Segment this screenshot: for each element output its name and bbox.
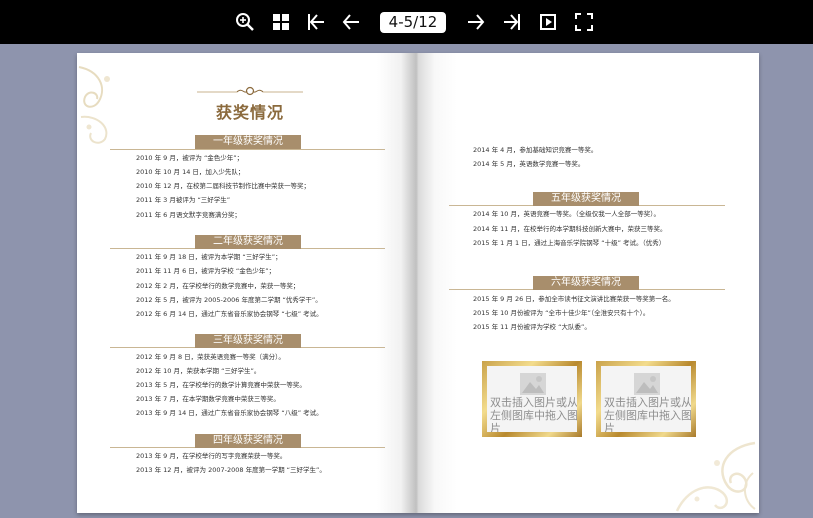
autoplay-icon[interactable]: [536, 10, 560, 34]
award-line: 2012 年 9 月 8 日，荣获英语竞赛一等奖（满分）。: [136, 353, 285, 361]
award-line: 2014 年 11 月，在校举行的本学期科技创新大赛中，荣获三等奖。: [473, 225, 667, 233]
thumbnails-icon[interactable]: [269, 10, 293, 34]
award-line: 2015 年 9 月 26 日，参加全市读书征文演讲比赛荣获一等奖第一名。: [473, 295, 675, 303]
award-line: 2010 年 10 月 14 日，加入少先队；: [136, 168, 245, 176]
award-line: 2013 年 9 月，在学校举行的写字竞赛荣获一等奖。: [136, 452, 287, 460]
section-heading: 六年级获奖情况: [533, 276, 639, 290]
award-line: 2013 年 9 月 14 日，通过广东省音乐家协会钢琴 “八级” 考试。: [136, 409, 323, 417]
image-icon: [634, 373, 660, 395]
award-line: 2010 年 9 月，被评为 “金色少年”；: [136, 154, 244, 162]
floral-ornament-icon: [675, 441, 756, 512]
section-heading: 一年级获奖情况: [195, 135, 301, 149]
title-ornament-icon: [197, 86, 303, 96]
prev-page-icon[interactable]: [339, 10, 363, 34]
viewer-toolbar: 4-5/12: [0, 0, 813, 44]
award-line: 2013 年 5 月，在学校举行的数学计算竞赛中荣获一等奖。: [136, 381, 306, 389]
award-line: 2012 年 6 月 14 日，通过广东省音乐家协会钢琴 “七级” 考试。: [136, 310, 323, 318]
last-page-icon[interactable]: [500, 10, 524, 34]
placeholder-text: 双击插入图片或从左侧图库中拖入图片: [490, 396, 577, 432]
award-line: 2011 年 6 月语文默字竞赛满分奖；: [136, 211, 241, 219]
award-line: 2015 年 11 月份被评为学校 “大队委”。: [473, 323, 591, 331]
image-placeholder[interactable]: 双击插入图片或从左侧图库中拖入图片: [482, 361, 582, 437]
award-line: 2013 年 7 月，在本学期数学竞赛中荣获三等奖。: [136, 395, 280, 403]
award-line: 2015 年 1 月 1 日，通过上海音乐学院钢琴 “十级” 考试。（优秀）: [473, 239, 666, 247]
floral-ornament-icon: [78, 66, 110, 144]
zoom-in-icon[interactable]: [233, 10, 257, 34]
award-line: 2010 年 12 月，在校第二届科技节制作比赛中荣获一等奖；: [136, 182, 311, 190]
first-page-icon[interactable]: [304, 10, 328, 34]
book-spine: [377, 53, 457, 513]
book-spread[interactable]: 获奖情况 一年级获奖情况 2010 年 9 月，被评为 “金色少年”； 2010…: [77, 53, 759, 513]
fullscreen-icon[interactable]: [572, 10, 596, 34]
award-line: 2011 年 11 月 6 日，被评为学校 “金色少年”；: [136, 267, 276, 275]
award-line: 2011 年 9 月 18 日，被评为本学期 “三好学生”；: [136, 253, 282, 261]
award-line: 2014 年 4 月，参加基础知识竞赛一等奖。: [473, 146, 598, 154]
page-indicator[interactable]: 4-5/12: [380, 12, 446, 33]
section-rule: [110, 149, 385, 150]
right-page[interactable]: 2014 年 4 月，参加基础知识竞赛一等奖。 2014 年 5 月，英语数学竞…: [417, 53, 759, 513]
image-icon: [520, 373, 546, 395]
section-heading: 五年级获奖情况: [533, 192, 639, 206]
section-heading: 二年级获奖情况: [195, 235, 301, 249]
award-line: 2014 年 5 月，英语数学竞赛一等奖。: [473, 160, 585, 168]
award-line: 2012 年 10 月，荣获本学期 “三好学生”。: [136, 367, 261, 375]
section-heading: 四年级获奖情况: [195, 434, 301, 448]
award-line: 2013 年 12 月，被评为 2007-2008 年度第一学期 “三好学生”。: [136, 466, 326, 474]
award-line: 2012 年 2 月，在学校举行的数学竞赛中，荣获一等奖；: [136, 282, 300, 290]
next-page-icon[interactable]: [464, 10, 488, 34]
award-line: 2015 年 10 月份被评为 “全市十佳少年”（全淮安只有十个）。: [473, 309, 650, 317]
left-page[interactable]: 获奖情况 一年级获奖情况 2010 年 9 月，被评为 “金色少年”； 2010…: [77, 53, 417, 513]
award-line: 2014 年 10 月，英语竞赛一等奖。（全级仅我一人全部一等奖）。: [473, 210, 661, 218]
section-heading: 三年级获奖情况: [195, 334, 301, 348]
award-line: 2011 年 3 月被评为 “三好学生”: [136, 196, 231, 204]
page-title: 获奖情况: [215, 103, 284, 122]
award-line: 2012 年 5 月，被评为 2005-2006 年度第二学期 “优秀学干”。: [136, 296, 322, 304]
